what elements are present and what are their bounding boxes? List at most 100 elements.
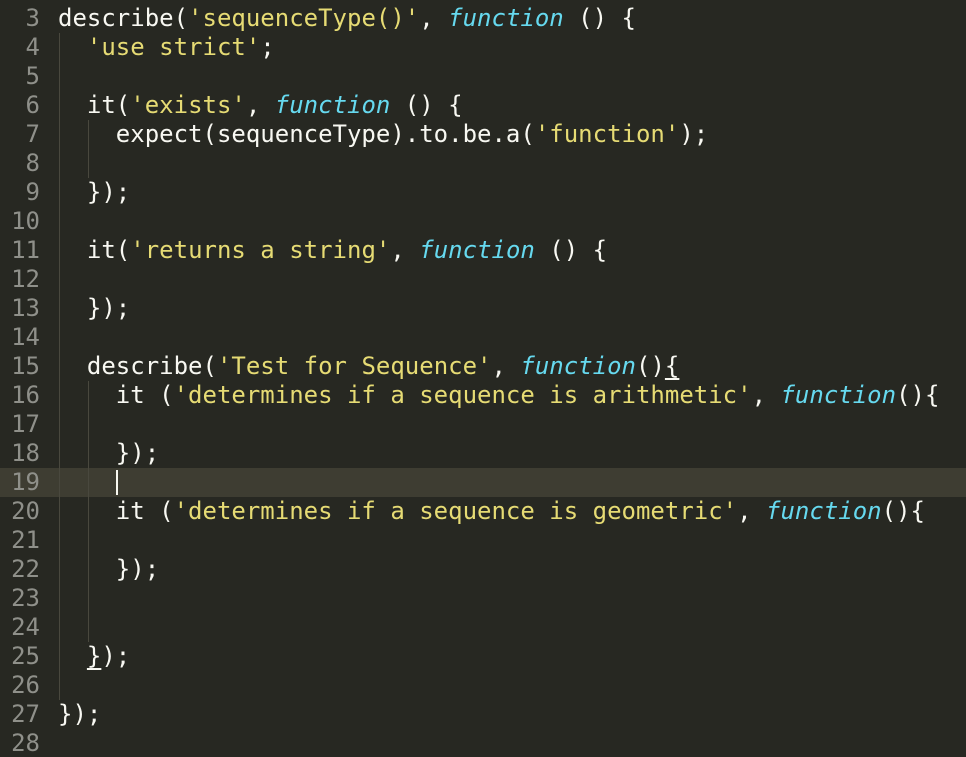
keyword-token: function — [448, 4, 564, 32]
code-editor[interactable]: 3 describe('sequenceType()', function () … — [0, 0, 966, 757]
code-token: (){ — [881, 497, 925, 525]
string-token: 'Test for Sequence' — [216, 352, 492, 380]
string-token: 'returns a string' — [130, 236, 391, 264]
code-token: it( — [86, 236, 131, 264]
code-line[interactable]: 17 — [0, 410, 966, 439]
code-text: }); — [58, 555, 159, 584]
code-line[interactable]: 25 }); — [0, 642, 966, 671]
code-line[interactable]: 12 — [0, 265, 966, 294]
code-line[interactable]: 28 — [0, 729, 966, 757]
code-token: }); — [86, 294, 131, 322]
line-number: 28 — [11, 729, 40, 757]
code-line[interactable]: 11 it('returns a string', function () { — [0, 236, 966, 265]
code-line[interactable]: 14 — [0, 323, 966, 352]
line-number: 13 — [11, 294, 40, 322]
code-line[interactable]: 6 it('exists', function () { — [0, 91, 966, 120]
code-token: describe( — [86, 352, 217, 380]
keyword-token: function — [520, 352, 636, 380]
code-token: it ( — [115, 497, 174, 525]
code-token: it( — [86, 91, 131, 119]
code-token: ); — [679, 120, 709, 148]
code-token: , — [419, 4, 449, 32]
code-token: expect(sequenceType).to.be.a( — [115, 120, 535, 148]
line-number: 9 — [25, 178, 40, 206]
line-number: 12 — [11, 265, 40, 293]
indent-guide — [59, 33, 60, 700]
code-line[interactable]: 10 — [0, 207, 966, 236]
keyword-token: function — [780, 381, 897, 409]
line-number: 25 — [11, 642, 40, 670]
line-number: 16 — [11, 381, 40, 409]
code-line[interactable]: 16 it ('determines if a sequence is arit… — [0, 381, 966, 410]
code-token: , — [751, 381, 781, 409]
code-token: () { — [390, 91, 463, 119]
line-number: 5 — [25, 62, 40, 90]
line-number: 20 — [11, 497, 40, 525]
line-number: 11 — [11, 236, 40, 264]
string-token: 'function' — [534, 120, 680, 148]
text-cursor — [115, 470, 118, 495]
code-token: }); — [86, 178, 131, 206]
code-line[interactable]: 3 describe('sequenceType()', function () … — [0, 4, 966, 33]
keyword-token: function — [419, 236, 535, 264]
code-line[interactable]: 27}); — [0, 700, 966, 729]
string-token: 'sequenceType()' — [188, 4, 420, 32]
code-line[interactable]: 24 — [0, 613, 966, 642]
code-line[interactable]: 5 — [0, 62, 966, 91]
line-number: 10 — [11, 207, 40, 235]
code-token: () { — [563, 4, 636, 32]
code-line[interactable]: 18 }); — [0, 439, 966, 468]
line-number: 21 — [11, 526, 40, 554]
code-token: } — [86, 642, 102, 670]
line-number: 22 — [11, 555, 40, 583]
line-number: 19 — [11, 468, 40, 496]
line-number: 18 — [11, 439, 40, 467]
indent-guide — [87, 120, 89, 178]
code-line[interactable]: 8 — [0, 149, 966, 178]
line-number: 6 — [25, 91, 40, 119]
code-token: () — [636, 352, 665, 380]
code-text: it('returns a string', function () { — [58, 236, 607, 265]
code-token: { — [664, 352, 680, 380]
code-token: }); — [115, 555, 160, 583]
code-text: }); — [58, 700, 101, 729]
code-token: , — [737, 497, 767, 525]
code-text: }); — [58, 294, 130, 323]
code-token: it ( — [115, 381, 174, 409]
code-line[interactable]: 26 — [0, 671, 966, 700]
string-token: 'exists' — [130, 91, 246, 119]
code-line[interactable]: 22 }); — [0, 555, 966, 584]
code-token: describe( — [58, 4, 189, 32]
code-text: }); — [58, 439, 159, 468]
code-line[interactable]: 21 — [0, 526, 966, 555]
keyword-token: function — [766, 497, 882, 525]
indent-guide — [87, 381, 89, 642]
code-text: it ('determines if a sequence is arithme… — [58, 381, 940, 410]
string-token: 'determines if a sequence is arithmetic' — [173, 381, 752, 409]
line-number: 4 — [25, 33, 40, 61]
line-number: 26 — [11, 671, 40, 699]
code-line[interactable]: 20 it ('determines if a sequence is geom… — [0, 497, 966, 526]
code-line[interactable]: 13 }); — [0, 294, 966, 323]
line-number: 27 — [11, 700, 40, 728]
line-number: 8 — [25, 149, 40, 177]
code-token: (){ — [896, 381, 940, 409]
code-line[interactable]: 4 'use strict'; — [0, 33, 966, 62]
line-number: 3 — [25, 4, 40, 32]
code-line[interactable]: 15 describe('Test for Sequence', functio… — [0, 352, 966, 381]
code-line[interactable]: 9 }); — [0, 178, 966, 207]
string-token: 'use strict' — [86, 33, 261, 61]
line-number: 7 — [25, 120, 40, 148]
code-line[interactable]: 7 expect(sequenceType).to.be.a('function… — [0, 120, 966, 149]
code-token: , — [491, 352, 521, 380]
line-number: 24 — [11, 613, 40, 641]
code-text: }); — [58, 642, 130, 671]
code-line[interactable]: 19 — [0, 468, 966, 497]
code-text: 'use strict'; — [58, 33, 275, 62]
code-token: , — [245, 91, 275, 119]
code-line[interactable]: 23 — [0, 584, 966, 613]
code-text: it('exists', function () { — [58, 91, 463, 120]
line-number: 15 — [11, 352, 40, 380]
code-token: ; — [260, 33, 275, 61]
code-text: expect(sequenceType).to.be.a('function')… — [58, 120, 708, 149]
